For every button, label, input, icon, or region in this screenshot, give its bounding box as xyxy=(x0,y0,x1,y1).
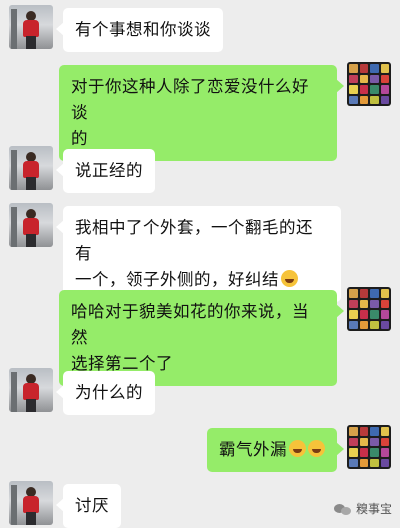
message-bubble[interactable]: 说正经的 xyxy=(56,149,155,193)
message-bubble[interactable]: 霸气外漏 xyxy=(207,428,344,472)
color-grid-avatar[interactable] xyxy=(347,425,391,469)
girl-red-coat-avatar[interactable] xyxy=(9,481,53,525)
chat-area: 有个事想和你谈谈 对于你这种人除了恋爱没什么好谈 的 说正经的 我相中了个外套，… xyxy=(0,0,400,528)
message-text: 为什么的 xyxy=(75,383,143,402)
message-bubble[interactable]: 我相中了个外套，一个翻毛的还有 一个，领子外侧的，好纠结 xyxy=(56,206,341,302)
message-bubble[interactable]: 为什么的 xyxy=(56,371,155,415)
message-text: 有个事想和你谈谈 xyxy=(75,20,211,39)
color-grid-avatar[interactable] xyxy=(347,62,391,106)
girl-red-coat-avatar[interactable] xyxy=(9,146,53,190)
message-text-line: 一个，领子外侧的，好纠结 xyxy=(75,270,279,289)
message-text: 霸气外漏 xyxy=(219,440,287,459)
smirk-emoji-icon xyxy=(289,440,306,457)
message-bubble[interactable]: 对于你这种人除了恋爱没什么好谈 的 xyxy=(59,65,344,161)
girl-red-coat-avatar[interactable] xyxy=(9,368,53,412)
message-text: 说正经的 xyxy=(75,161,143,180)
smirk-emoji-icon xyxy=(308,440,325,457)
wechat-logo-icon xyxy=(333,502,352,516)
message-text-line: 对于你这种人除了恋爱没什么好谈 xyxy=(71,77,309,122)
message-text-line: 我相中了个外套，一个翻毛的还有 xyxy=(75,218,313,263)
message-bubble[interactable]: 有个事想和你谈谈 xyxy=(56,8,223,52)
message-text: 讨厌 xyxy=(75,496,109,515)
laughing-tears-emoji-icon xyxy=(281,270,298,287)
girl-red-coat-avatar[interactable] xyxy=(9,203,53,247)
watermark: 糗事宝 xyxy=(333,500,392,517)
color-grid-avatar[interactable] xyxy=(347,287,391,331)
girl-red-coat-avatar[interactable] xyxy=(9,5,53,49)
message-bubble[interactable]: 讨厌 xyxy=(56,484,121,528)
watermark-text: 糗事宝 xyxy=(355,502,392,516)
message-text-line: 哈哈对于貌美如花的你来说，当然 xyxy=(71,302,309,347)
